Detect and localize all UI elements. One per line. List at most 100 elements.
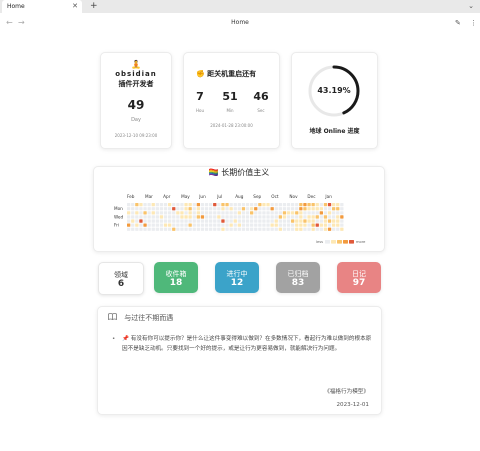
stat-value: 18 — [169, 278, 183, 288]
heatmap-day-cell — [323, 203, 328, 207]
heatmap-day-cell — [266, 203, 270, 207]
stat-areas-button[interactable]: 领域 6 — [98, 262, 144, 295]
heatmap-day-cell — [241, 211, 246, 215]
new-tab-icon[interactable]: + — [90, 0, 98, 12]
heatmap-day-cell — [159, 223, 164, 227]
heatmap-day-cell — [262, 223, 266, 227]
heatmap-day-cell — [282, 215, 287, 219]
stat-journal-button[interactable]: 日记 97 — [337, 262, 381, 293]
heatmap-day-cell — [180, 227, 184, 231]
heatmap-day-cell — [159, 211, 164, 215]
heatmap-day-cell — [196, 223, 200, 227]
quote-date: 2023-12-01 — [336, 402, 369, 408]
heatmap-day-cell — [319, 203, 323, 207]
heatmap-day-cell — [217, 203, 221, 207]
heatmap-day-cell — [278, 215, 282, 219]
heatmap-day-cell — [229, 223, 233, 227]
heatmap-day-cell — [204, 219, 209, 223]
month-label: Jan — [324, 194, 332, 199]
heatmap-day-cell — [245, 219, 250, 223]
close-tab-icon[interactable]: ✕ — [72, 0, 78, 13]
heatmap-day-cell — [184, 219, 188, 223]
heatmap-day-cell — [184, 207, 188, 211]
heatmap-day-cell — [303, 223, 307, 227]
heatmap-day-cell — [127, 227, 131, 231]
heatmap-day-cell — [155, 215, 159, 219]
stat-archived-button[interactable]: 已归档 83 — [276, 262, 320, 293]
heatmap-day-cell — [143, 207, 147, 211]
heatmap-day-cell — [217, 215, 221, 219]
heatmap-day-cell — [135, 223, 139, 227]
heatmap-day-cell — [151, 227, 155, 231]
tab-home[interactable]: Home ✕ — [2, 0, 82, 13]
heatmap-day-cell — [155, 211, 159, 215]
heatmap-day-cell — [270, 219, 274, 223]
countdown-title-text: 距关机重启还有 — [207, 70, 257, 78]
heatmap-day-cell — [250, 207, 254, 211]
heatmap-day-cell — [327, 227, 332, 231]
heatmap-day-cell — [266, 227, 270, 231]
heatmap-day-cell — [172, 203, 176, 207]
heatmap-day-cell — [163, 215, 168, 219]
heatmap-day-cell — [176, 207, 180, 211]
heatmap-day-cell — [184, 227, 188, 231]
heatmap-day-cell — [151, 219, 155, 223]
heatmap-day-cell — [196, 207, 200, 211]
heatmap-day-cell — [295, 227, 299, 231]
countdown-hours: 7 — [196, 90, 204, 103]
heatmap-day-cell — [241, 223, 246, 227]
heatmap-day-cell — [168, 207, 172, 211]
heatmap-day-cell — [336, 207, 340, 211]
heatmap-day-cell — [135, 203, 139, 207]
heatmap-day-cell — [315, 227, 319, 231]
heatmap-day-cell — [163, 207, 168, 211]
heatmap-day-cell — [299, 207, 303, 211]
heatmap-day-cell — [323, 219, 328, 223]
heatmap-day-cell — [192, 211, 196, 215]
heatmap-day-cell — [307, 215, 311, 219]
heatmap-day-cell — [163, 219, 168, 223]
heatmap-day-cell — [217, 227, 221, 231]
meditation-icon: 🧘 — [131, 60, 141, 69]
heatmap-day-cell — [286, 215, 291, 219]
heatmap-day-cell — [286, 207, 291, 211]
heatmap-day-cell — [233, 227, 237, 231]
heatmap-day-cell — [332, 227, 336, 231]
heatmap-day-cell — [163, 223, 168, 227]
heatmap-day-cell — [323, 215, 328, 219]
heatmap-day-cell — [336, 203, 340, 207]
edit-pencil-icon[interactable]: ✎ — [455, 13, 461, 33]
heatmap-day-cell — [258, 215, 262, 219]
heatmap-day-cell — [159, 203, 164, 207]
month-label: Feb — [127, 194, 135, 199]
heatmap-day-cell — [237, 227, 241, 231]
heatmap-day-cell — [155, 203, 159, 207]
heatmap-day-cell — [299, 203, 303, 207]
heatmap-day-cell — [151, 207, 155, 211]
heatmap-day-cell — [143, 211, 147, 215]
heatmap-day-cell — [233, 207, 237, 211]
heatmap-day-cell — [204, 203, 209, 207]
stat-inbox-button[interactable]: 收件箱 18 — [154, 262, 198, 293]
heatmap-day-cell — [188, 223, 192, 227]
heatmap-day-cell — [340, 223, 344, 227]
heatmap-day-cell — [270, 215, 274, 219]
heatmap-day-cell — [282, 219, 287, 223]
heatmap-day-cell — [303, 215, 307, 219]
more-options-icon[interactable]: ⋮ — [470, 13, 477, 33]
heatmap-day-cell — [196, 219, 200, 223]
heatmap-day-cell — [307, 203, 311, 207]
heatmap-day-cell — [299, 211, 303, 215]
heatmap-day-cell — [299, 215, 303, 219]
stat-in-progress-button[interactable]: 进行中 12 — [215, 262, 259, 293]
heatmap-day-cell — [286, 203, 291, 207]
view-title: Home — [231, 19, 249, 26]
heatmap-day-cell — [340, 203, 344, 207]
heatmap-day-cell — [213, 211, 217, 215]
heatmap-day-cell — [204, 207, 209, 211]
tab-bar: Home ✕ + ⌄ — [0, 0, 480, 13]
heatmap-day-cell — [315, 215, 319, 219]
heatmap-day-cell — [184, 215, 188, 219]
heatmap-day-cell — [241, 207, 246, 211]
tab-list-dropdown-icon[interactable]: ⌄ — [468, 0, 474, 12]
